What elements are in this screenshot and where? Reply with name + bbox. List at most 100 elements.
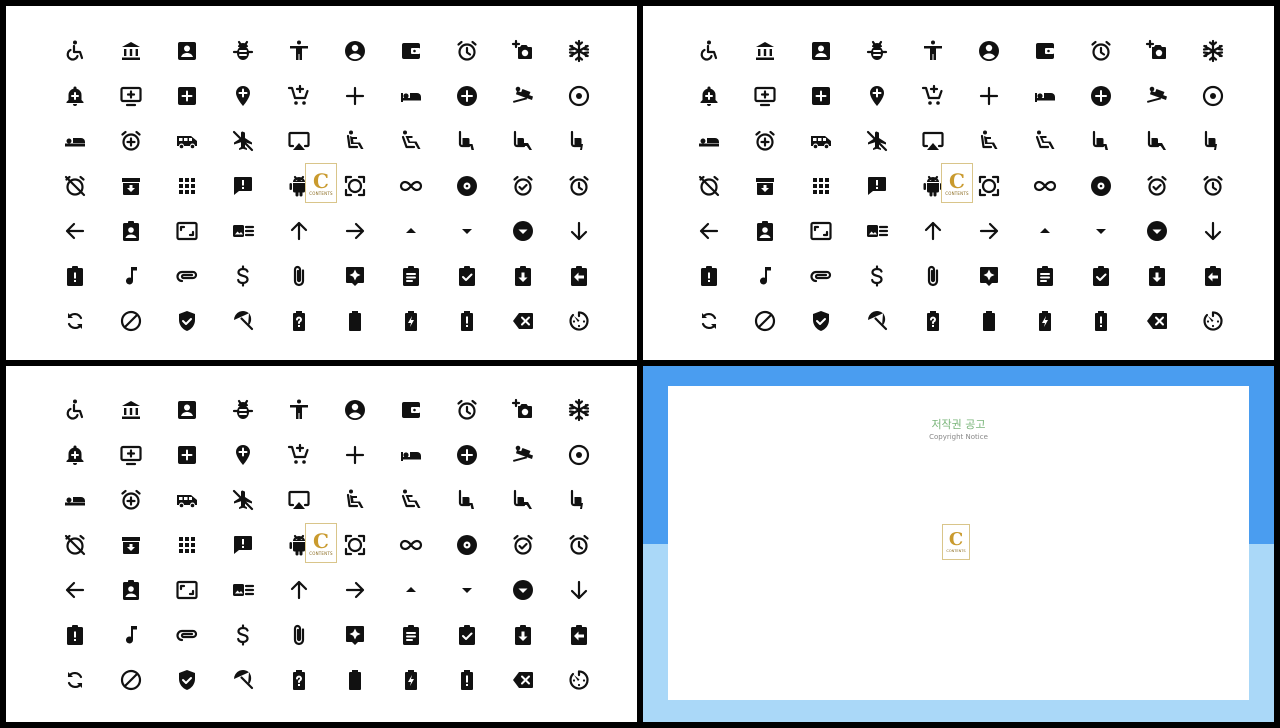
assignment-returned-icon [1129, 253, 1185, 298]
arrow-drop-down-icon [1073, 208, 1129, 253]
assistant-icon [961, 253, 1017, 298]
assignment-return-icon [551, 253, 607, 298]
watermark-logo: C CONTENTS [305, 523, 337, 563]
airline-seat-flat-angled-icon [1129, 73, 1185, 118]
assignment-turned-in-icon [1073, 253, 1129, 298]
copyright-notice-panel: 저작권 공고 Copyright Notice C CONTENTS [643, 366, 1274, 722]
alarm-icon [439, 28, 495, 73]
alarm-add-icon [737, 118, 793, 163]
alarm-on-icon [1129, 163, 1185, 208]
attach-file-icon [271, 253, 327, 298]
arrow-drop-down-circle-icon [495, 208, 551, 253]
assignment-turned-in-icon [439, 253, 495, 298]
attach-money-icon [849, 253, 905, 298]
access-alarm-icon [1185, 163, 1241, 208]
assignment-ind-icon [737, 208, 793, 253]
add-circle-icon [439, 73, 495, 118]
autorenew-icon [681, 298, 737, 343]
art-track-icon [215, 567, 271, 612]
album-icon [439, 163, 495, 208]
arrow-drop-up-icon [383, 567, 439, 612]
assignment-icon [1017, 253, 1073, 298]
airport-shuttle-icon [159, 118, 215, 163]
arrow-forward-icon [961, 208, 1017, 253]
battery-full-icon [327, 298, 383, 343]
add-shopping-cart-icon [271, 432, 327, 477]
add-box-icon [159, 432, 215, 477]
album-icon [439, 522, 495, 567]
assignment-returned-icon [495, 253, 551, 298]
notice-title: 저작권 공고 [931, 418, 986, 431]
assignment-return-icon [1185, 253, 1241, 298]
art-track-icon [849, 208, 905, 253]
snowflake-icon [1185, 28, 1241, 73]
airline-seat-recline-extra-icon [383, 477, 439, 522]
add-location-icon [215, 73, 271, 118]
av-timer-icon [551, 657, 607, 702]
add-shopping-cart-icon [905, 73, 961, 118]
airline-seat-flat-icon [47, 118, 103, 163]
notice-subtitle: Copyright Notice [929, 433, 988, 441]
battery-charging-icon [383, 657, 439, 702]
add-location-icon [849, 73, 905, 118]
airline-seat-flat-icon [47, 477, 103, 522]
assignment-returned-icon [495, 612, 551, 657]
arrow-downward-icon [1185, 208, 1241, 253]
airline-seat-legroom-extra-icon [495, 477, 551, 522]
beach-access-icon [849, 298, 905, 343]
art-track-icon [215, 208, 271, 253]
attachment-icon [159, 253, 215, 298]
assignment-turned-in-icon [439, 612, 495, 657]
wallet-icon [1017, 28, 1073, 73]
arrow-drop-down-circle-icon [495, 567, 551, 612]
alarm-icon [1073, 28, 1129, 73]
plus-icon [327, 73, 383, 118]
airplay-icon [905, 118, 961, 163]
bug-icon [215, 387, 271, 432]
apps-icon [159, 522, 215, 567]
attachment-icon [159, 612, 215, 657]
archive-icon [103, 163, 159, 208]
verified-user-icon [159, 298, 215, 343]
announcement-icon [849, 163, 905, 208]
add-shopping-cart-icon [271, 73, 327, 118]
alarm-add-icon [103, 477, 159, 522]
airplanemode-off-icon [849, 118, 905, 163]
arrow-upward-icon [905, 208, 961, 253]
bank-icon [103, 28, 159, 73]
assignment-late-icon [47, 253, 103, 298]
snowflake-icon [551, 28, 607, 73]
battery-unknown-icon [905, 298, 961, 343]
account-box-icon [793, 28, 849, 73]
arrow-drop-up-icon [1017, 208, 1073, 253]
accessible-icon [47, 387, 103, 432]
add-to-queue-icon [103, 73, 159, 118]
account-box-icon [159, 28, 215, 73]
beach-access-icon [215, 298, 271, 343]
arrow-drop-down-circle-icon [1129, 208, 1185, 253]
alarm-on-icon [495, 163, 551, 208]
add-to-queue-icon [103, 432, 159, 477]
adjust-icon [551, 73, 607, 118]
av-timer-icon [1185, 298, 1241, 343]
airline-seat-flat-icon [681, 118, 737, 163]
airline-seat-recline-normal-icon [327, 477, 383, 522]
aspect-ratio-frame-icon [159, 208, 215, 253]
account-circle-icon [961, 28, 1017, 73]
assistant-icon [327, 612, 383, 657]
airline-seat-legroom-extra-icon [495, 118, 551, 163]
bank-icon [737, 28, 793, 73]
airplay-icon [271, 477, 327, 522]
watermark-logo: C CONTENTS [941, 163, 973, 203]
assignment-ind-icon [103, 208, 159, 253]
accessibility-icon [905, 28, 961, 73]
announcement-icon [215, 522, 271, 567]
autorenew-icon [47, 298, 103, 343]
notification-add-icon [47, 73, 103, 118]
add-circle-icon [1073, 73, 1129, 118]
assignment-icon [383, 253, 439, 298]
arrow-upward-icon [271, 567, 327, 612]
arrow-forward-icon [327, 208, 383, 253]
arrow-drop-down-icon [439, 567, 495, 612]
apps-icon [793, 163, 849, 208]
